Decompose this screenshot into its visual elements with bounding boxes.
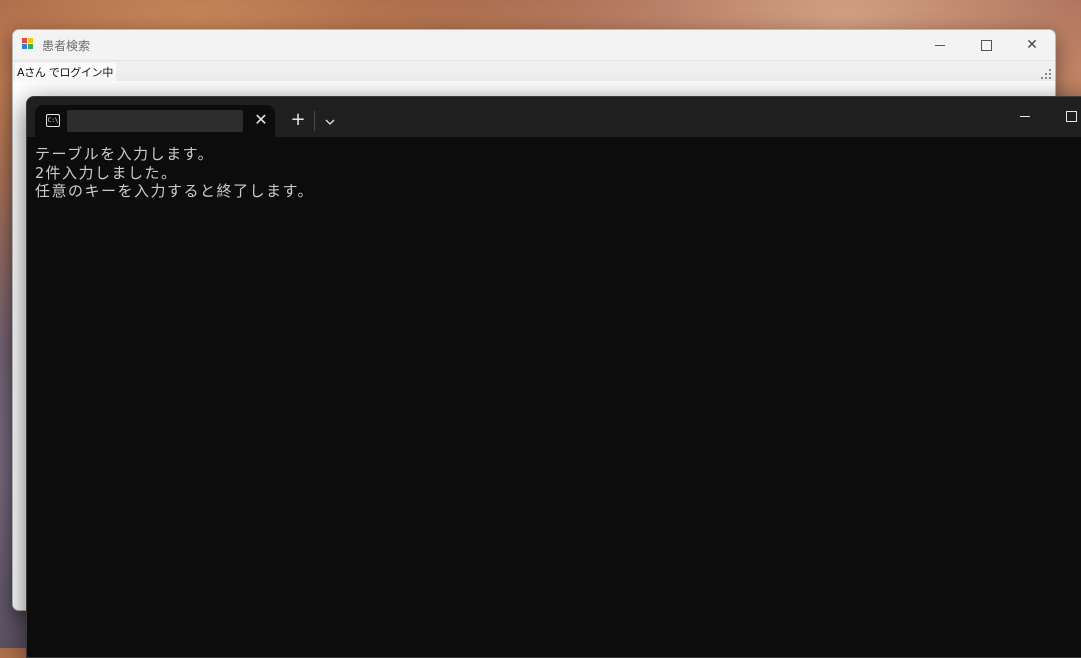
minimize-button[interactable] [917, 30, 963, 60]
window-title: 患者検索 [42, 39, 91, 53]
close-button[interactable]: ✕ [1009, 30, 1055, 60]
tab-separator [314, 111, 315, 131]
terminal-title-bar[interactable]: C:\ ✕ + [27, 97, 1081, 137]
minimize-icon [1020, 115, 1030, 117]
terminal-window: C:\ ✕ + テーブルを入力します。 2件入力しました。 任意のキーを入力する… [26, 96, 1081, 658]
terminal-maximize-button[interactable] [1048, 103, 1081, 129]
login-status-label: Aさん でログイン中 [15, 63, 117, 81]
maximize-icon [980, 39, 992, 51]
terminal-line: 2件入力しました。 [35, 163, 178, 182]
maximize-icon [1065, 110, 1077, 122]
new-tab-button[interactable]: + [283, 109, 313, 133]
terminal-minimize-button[interactable] [1002, 103, 1048, 129]
tab-close-icon[interactable]: ✕ [249, 108, 273, 132]
minimize-icon [935, 44, 945, 46]
terminal-line: テーブルを入力します。 [35, 145, 215, 163]
terminal-output[interactable]: テーブルを入力します。 2件入力しました。 任意のキーを入力すると終了します。 [35, 145, 1081, 657]
close-icon: ✕ [1026, 37, 1038, 53]
title-bar[interactable]: 患者検索 ✕ [13, 30, 1055, 60]
app-icon [22, 38, 35, 51]
status-strip: Aさん でログイン中 [13, 60, 1055, 82]
terminal-line: 任意のキーを入力すると終了します。 [35, 182, 315, 200]
maximize-button[interactable] [963, 30, 1009, 60]
resize-grip-icon[interactable] [1041, 69, 1051, 79]
command-prompt-icon: C:\ [46, 114, 60, 127]
chevron-down-icon[interactable] [317, 109, 343, 133]
terminal-tab[interactable]: C:\ ✕ [35, 105, 275, 137]
tab-title [67, 110, 243, 132]
